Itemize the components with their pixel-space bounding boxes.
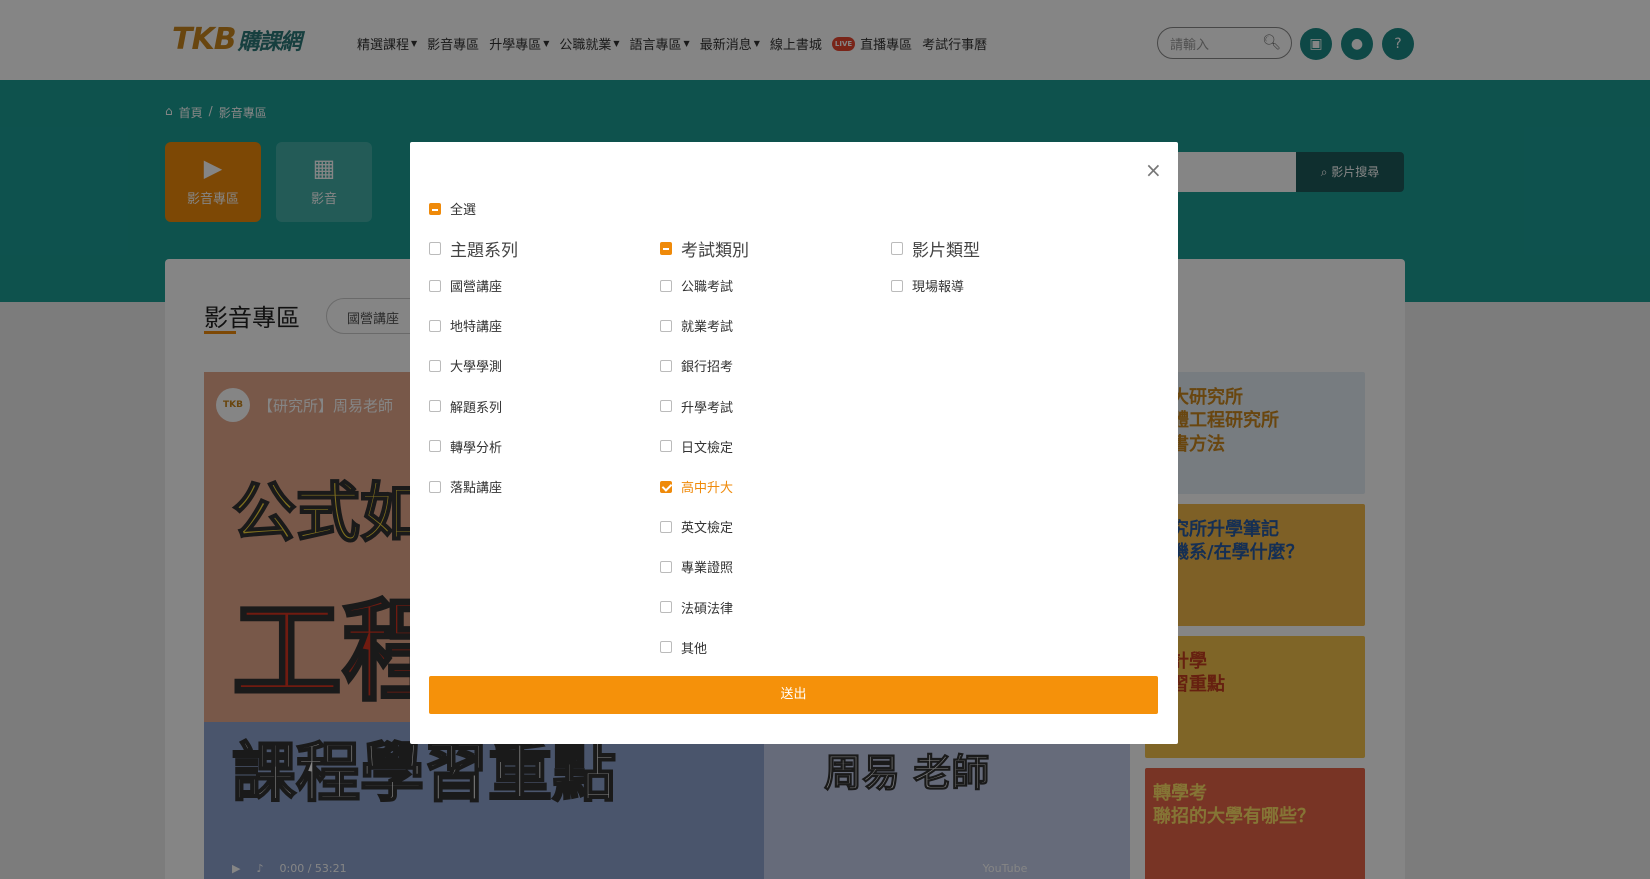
option-label: 公職考試 (681, 280, 734, 295)
option-checkbox[interactable]: 銀行招考 (660, 356, 733, 375)
checkbox-icon (429, 440, 441, 453)
option-checkbox[interactable]: 公職考試 (660, 276, 733, 295)
submit-button[interactable]: 送出 (429, 676, 1158, 714)
option-label: 日文檢定 (681, 440, 734, 456)
checkbox-icon (429, 480, 441, 493)
select-all-checkbox[interactable]: 全選 (429, 199, 476, 218)
option-label: 解題系列 (450, 400, 503, 416)
option-label: 地特講座 (450, 320, 503, 336)
option-checkbox[interactable]: 升學考試 (660, 397, 733, 416)
option-checkbox[interactable]: 高中升大 (660, 477, 733, 496)
checkbox-checked-icon (660, 480, 672, 493)
option-checkbox[interactable]: 專業證照 (660, 557, 733, 576)
option-label: 銀行招考 (681, 360, 734, 376)
option-label: 現場報導 (912, 280, 965, 295)
checkbox-icon (660, 279, 672, 292)
option-checkbox[interactable]: 就業考試 (660, 316, 733, 335)
checkbox-icon (660, 319, 672, 332)
checkbox-icon (891, 279, 903, 292)
option-label: 法碩法律 (681, 601, 734, 617)
option-checkbox[interactable]: 解題系列 (429, 397, 502, 416)
option-checkbox[interactable]: 現場報導 (891, 276, 964, 295)
checkbox-icon (660, 641, 672, 654)
option-checkbox[interactable]: 英文檢定 (660, 517, 733, 536)
option-label: 英文檢定 (681, 521, 734, 537)
checkbox-icon (660, 560, 672, 573)
video-filter-modal: × 全選 主題系列國營講座地特講座大學學測解題系列轉學分析落點講座 考試類別公職考… (410, 142, 1178, 744)
option-label: 升學考試 (681, 400, 734, 416)
checkbox-icon (660, 359, 672, 372)
option-checkbox[interactable]: 其他 (660, 638, 707, 657)
option-checkbox[interactable]: 大學學測 (429, 356, 502, 375)
option-checkbox[interactable]: 落點講座 (429, 477, 502, 496)
option-label: 大學學測 (450, 360, 503, 376)
checkbox-icon (660, 520, 672, 533)
checkbox-icon (891, 242, 903, 255)
checkbox-icon (429, 319, 441, 332)
option-label: 落點講座 (450, 481, 503, 496)
checkbox-icon (429, 400, 441, 413)
checkbox-icon (660, 400, 672, 413)
group-label: 主題系列 (450, 241, 518, 261)
checkbox-icon (429, 279, 441, 292)
group-label: 影片類型 (912, 241, 980, 261)
option-checkbox[interactable]: 國營講座 (429, 276, 502, 295)
group-checkbox[interactable]: 影片類型 (891, 236, 980, 261)
checkbox-icon (660, 440, 672, 453)
option-label: 高中升大 (681, 481, 734, 496)
group-label: 考試類別 (681, 241, 749, 261)
option-label: 專業證照 (681, 561, 734, 577)
checkbox-icon (429, 242, 441, 255)
option-label: 國營講座 (450, 280, 503, 295)
option-checkbox[interactable]: 地特講座 (429, 316, 502, 335)
option-label: 其他 (681, 641, 708, 657)
close-icon[interactable]: × (1145, 160, 1162, 180)
checkbox-icon (429, 359, 441, 372)
option-checkbox[interactable]: 日文檢定 (660, 437, 733, 456)
option-checkbox[interactable]: 轉學分析 (429, 437, 502, 456)
option-label: 轉學分析 (450, 440, 503, 456)
group-checkbox[interactable]: 主題系列 (429, 236, 518, 261)
checkbox-partial-icon (429, 202, 441, 215)
checkbox-partial-icon (660, 242, 672, 255)
group-checkbox[interactable]: 考試類別 (660, 236, 749, 261)
option-checkbox[interactable]: 法碩法律 (660, 598, 733, 617)
option-label: 就業考試 (681, 320, 734, 336)
checkbox-icon (660, 601, 672, 614)
